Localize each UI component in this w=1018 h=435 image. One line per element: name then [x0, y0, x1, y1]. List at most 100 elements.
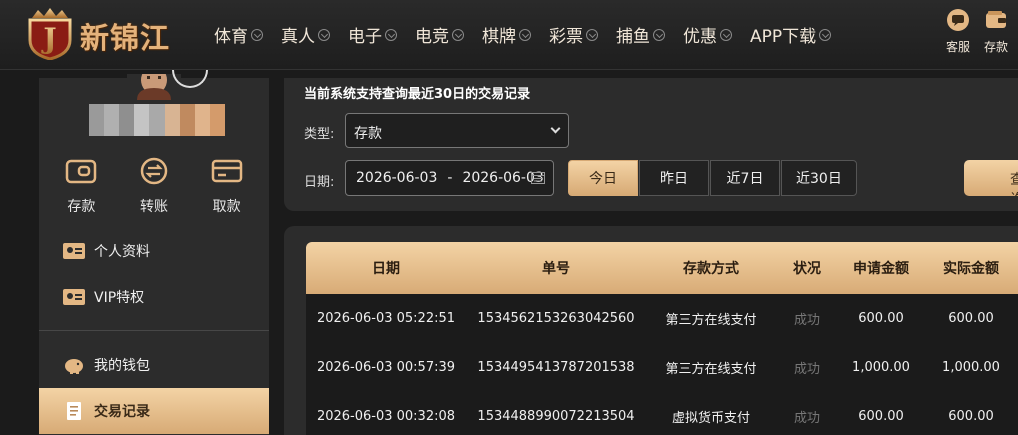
deposit-button[interactable]: 存款 — [51, 156, 111, 216]
cell-method: 第三方在线支付 — [665, 313, 757, 328]
id-card-icon — [63, 243, 85, 259]
cell-order-no: 1534488990072213504 — [477, 409, 635, 424]
chevron-down-icon — [251, 28, 263, 41]
customer-service-label: 客服 — [945, 40, 970, 54]
brand-logo[interactable]: J 新锦江 — [24, 6, 186, 62]
cell-requested: 1,000.00 — [852, 360, 910, 375]
col-order-no: 单号 — [542, 261, 570, 277]
table-row: 2026-06-03 00:32:08 1534488990072213504 … — [306, 392, 1018, 435]
chevron-down-icon — [586, 28, 598, 41]
customer-service-button[interactable]: 客服 — [940, 8, 976, 55]
card-icon — [211, 159, 242, 183]
col-date: 日期 — [372, 261, 400, 277]
sidebar-item-profile[interactable]: 个人资料 — [39, 228, 269, 274]
table-row: 2026-06-03 00:57:39 1534495413787201538 … — [306, 343, 1018, 392]
nav-label: 捕鱼 — [616, 27, 650, 47]
nav-label: 棋牌 — [482, 27, 516, 47]
nav-item-promotions[interactable]: 优惠 — [683, 22, 732, 47]
chevron-down-icon — [550, 123, 561, 134]
nav-item-esports[interactable]: 电竞 — [415, 22, 464, 47]
status-badge: 成功 — [793, 411, 820, 426]
cell-actual: 600.00 — [948, 409, 994, 424]
sidebar-divider — [39, 330, 269, 331]
filter-panel: 当前系统支持查询最近30日的交易记录 类型: 存款 日期: 2026-06-03… — [284, 78, 1018, 211]
chevron-down-icon — [720, 28, 732, 41]
nav-label: 优惠 — [683, 27, 717, 47]
chat-bubble-icon — [947, 9, 969, 31]
chevron-down-icon — [318, 28, 330, 41]
withdraw-label: 取款 — [212, 199, 241, 215]
type-select[interactable]: 存款 — [345, 113, 569, 148]
document-icon — [67, 402, 81, 420]
col-method: 存款方式 — [683, 261, 739, 277]
piggy-bank-icon — [65, 359, 83, 374]
logo-badge-icon: J — [28, 8, 72, 60]
transactions-panel: 日期 单号 存款方式 状况 申请金额 实际金额 2026-06-03 05:22… — [284, 226, 1018, 435]
top-navbar: J 新锦江 体育 真人 电子 电竞 棋牌 彩票 捕鱼 优惠 APP下载 客服 存… — [0, 0, 1018, 70]
sidebar-item-vip[interactable]: VIP特权 — [39, 274, 269, 320]
sidebar-item-label: VIP特权 — [94, 290, 145, 306]
vip-card-icon — [63, 289, 85, 305]
date-range-input[interactable]: 2026-06-03 - 2026-06-03 — [345, 160, 554, 196]
table-header: 日期 单号 存款方式 状况 申请金额 实际金额 — [306, 242, 1018, 294]
type-select-value: 存款 — [354, 126, 382, 142]
date-start: 2026-06-03 — [356, 170, 438, 186]
quick-date-7days[interactable]: 近7日 — [710, 160, 780, 196]
nav-item-app-download[interactable]: APP下载 — [750, 22, 832, 47]
status-badge: 成功 — [793, 313, 820, 328]
cell-requested: 600.00 — [858, 409, 904, 424]
nav-item-slots[interactable]: 电子 — [348, 22, 397, 47]
cell-order-no: 1534562153263042560 — [477, 311, 635, 326]
cell-date: 2026-06-03 00:32:08 — [316, 409, 456, 424]
nav-label: 体育 — [214, 27, 248, 47]
withdraw-button[interactable]: 取款 — [197, 156, 257, 216]
col-actual: 实际金额 — [943, 261, 999, 277]
cell-date: 2026-06-03 00:57:39 — [316, 360, 456, 375]
sidebar-menu-finance: 我的钱包 交易记录 — [39, 342, 269, 434]
deposit-label: 存款 — [67, 199, 96, 215]
quick-date-today[interactable]: 今日 — [568, 160, 638, 196]
top-right-actions: 客服 存款 — [938, 8, 1014, 55]
chevron-down-icon — [385, 28, 397, 41]
cell-method: 虚拟货币支付 — [671, 411, 750, 426]
date-label: 日期: — [304, 175, 335, 190]
quick-actions: 存款 转账 取款 — [39, 156, 269, 216]
col-requested: 申请金额 — [853, 261, 909, 277]
transfer-button[interactable]: 转账 — [124, 156, 184, 216]
nav-item-fishing[interactable]: 捕鱼 — [616, 22, 665, 47]
top-deposit-button[interactable]: 存款 — [978, 8, 1014, 55]
nav-item-sports[interactable]: 体育 — [214, 22, 263, 47]
query-button[interactable]: 查询 — [964, 160, 1018, 196]
nav-item-cards[interactable]: 棋牌 — [482, 22, 531, 47]
username-blurred — [89, 104, 225, 136]
top-deposit-label: 存款 — [983, 40, 1008, 54]
wallet-icon — [986, 11, 1006, 28]
transfer-label: 转账 — [139, 199, 168, 215]
quick-date-group: 今日 昨日 近7日 近30日 — [568, 160, 858, 196]
chevron-down-icon — [519, 28, 531, 41]
chevron-down-icon — [819, 28, 832, 41]
nav-label: 电竞 — [415, 27, 449, 47]
query-notice: 当前系统支持查询最近30日的交易记录 — [304, 87, 531, 102]
svg-text:J: J — [40, 22, 56, 55]
cell-requested: 600.00 — [858, 311, 904, 326]
quick-date-yesterday[interactable]: 昨日 — [639, 160, 709, 196]
cell-actual: 1,000.00 — [942, 360, 1000, 375]
cell-actual: 600.00 — [948, 311, 994, 326]
transactions-table: 日期 单号 存款方式 状况 申请金额 实际金额 2026-06-03 05:22… — [306, 242, 1018, 435]
main-nav: 体育 真人 电子 电竞 棋牌 彩票 捕鱼 优惠 APP下载 — [205, 22, 840, 47]
nav-label: 真人 — [281, 27, 315, 47]
cell-date: 2026-06-03 05:22:51 — [316, 311, 456, 326]
date-separator: - — [447, 170, 453, 186]
nav-label: 电子 — [348, 27, 382, 47]
nav-item-live[interactable]: 真人 — [281, 22, 330, 47]
type-label: 类型: — [304, 127, 335, 142]
sidebar-item-wallet[interactable]: 我的钱包 — [39, 342, 269, 388]
nav-item-lottery[interactable]: 彩票 — [549, 22, 598, 47]
status-badge: 成功 — [793, 362, 820, 377]
quick-date-30days[interactable]: 近30日 — [781, 160, 857, 196]
nav-label: 彩票 — [549, 27, 583, 47]
nav-label: APP下载 — [750, 27, 817, 47]
sidebar-item-transactions[interactable]: 交易记录 — [39, 388, 269, 434]
chevron-down-icon — [452, 28, 464, 41]
